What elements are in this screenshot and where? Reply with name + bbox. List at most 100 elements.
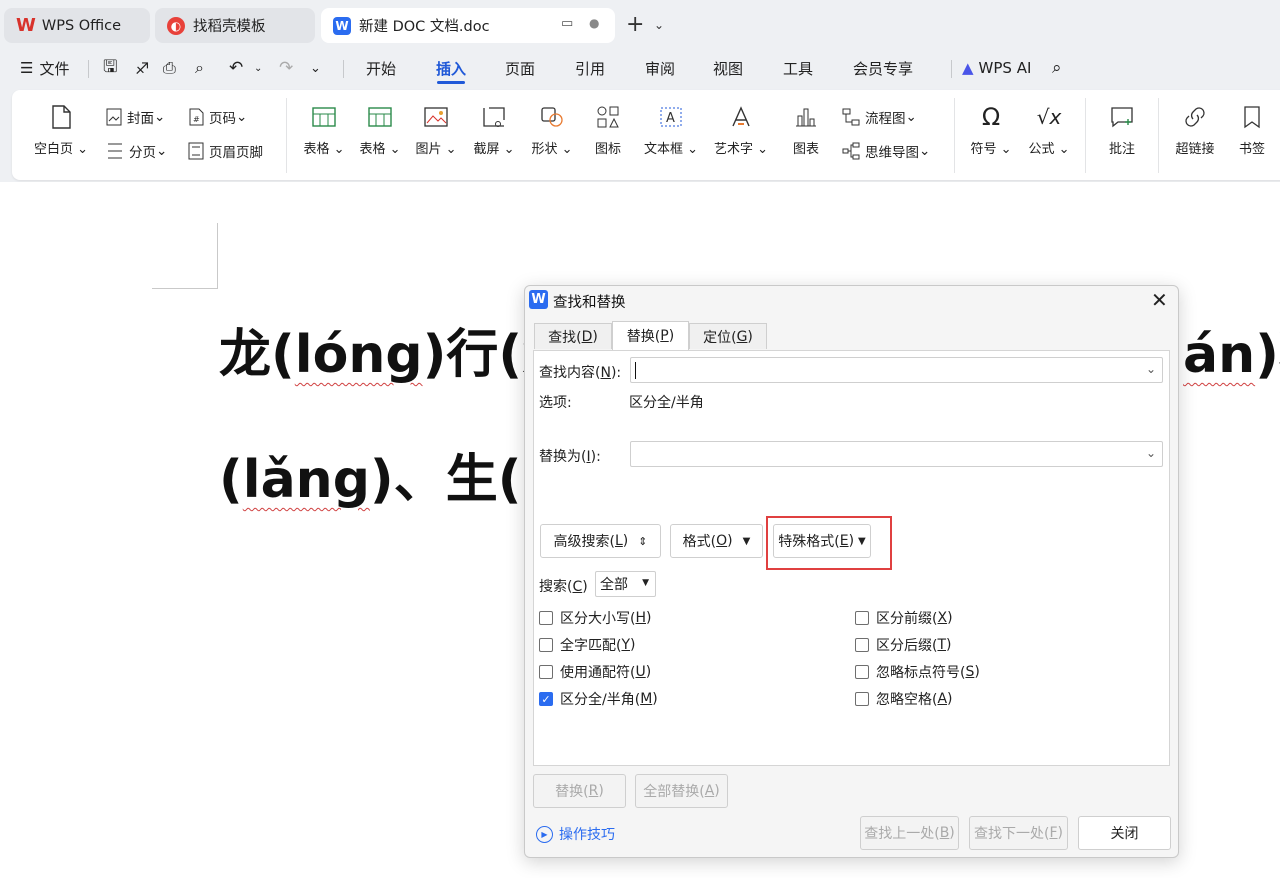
picture-icon bbox=[423, 102, 449, 132]
tab-wps-office[interactable]: W WPS Office bbox=[4, 8, 150, 43]
flowchart-icon bbox=[842, 108, 860, 126]
document-line-2[interactable]: (lǎng)、生(s bbox=[219, 437, 552, 512]
search-direction-select[interactable]: 全部 ▼ bbox=[595, 571, 656, 597]
word-doc-icon: W bbox=[333, 16, 351, 35]
tab-label: 新建 DOC 文档.doc bbox=[359, 19, 490, 35]
mindmap-button[interactable]: 思维导图 ⌄ bbox=[842, 141, 930, 161]
match-case-checkbox[interactable]: 区分大小写(H) bbox=[539, 608, 651, 628]
replace-with-input[interactable]: ⌄ bbox=[630, 441, 1163, 467]
menu-member[interactable]: 会员专享 bbox=[853, 50, 913, 86]
document-line-1[interactable]: 龙(lóng)行(x bbox=[219, 312, 556, 387]
ribbon-insert: 空白页 ⌄ 封面 ⌄ 分页 ⌄ # 页码 ⌄ 页眉页脚 表格 ⌄ 表格 ⌄ 图片… bbox=[12, 90, 1280, 180]
menu-tools[interactable]: 工具 bbox=[783, 50, 813, 86]
blank-page-button[interactable]: 空白页 ⌄ bbox=[32, 102, 90, 157]
wildcards-checkbox[interactable]: 使用通配符(U) bbox=[539, 662, 651, 682]
symbol-button[interactable]: Ω 符号 ⌄ bbox=[966, 102, 1016, 157]
tab-goto[interactable]: 定位(G) bbox=[689, 323, 767, 349]
chevron-down-icon[interactable]: ⌄ bbox=[1146, 446, 1156, 460]
flowchart-label: 流程图 bbox=[865, 111, 906, 127]
cover-button[interactable]: 封面 ⌄ bbox=[106, 107, 165, 127]
wordart-label: 艺术字 bbox=[713, 142, 753, 157]
header-footer-icon bbox=[188, 142, 204, 160]
shape-button[interactable]: 形状 ⌄ bbox=[528, 102, 576, 157]
picture-button[interactable]: 图片 ⌄ bbox=[412, 102, 460, 157]
menu-page[interactable]: 页面 bbox=[505, 50, 535, 86]
search-icon[interactable]: ⌕ bbox=[1052, 50, 1062, 86]
comment-label: 批注 bbox=[1108, 142, 1135, 157]
ignore-spaces-checkbox[interactable]: 忽略空格(A) bbox=[855, 689, 953, 709]
doc-text: )行( bbox=[422, 325, 523, 385]
monitor-icon[interactable]: ▭ bbox=[561, 16, 573, 31]
shape-label: 形状 bbox=[531, 142, 558, 157]
docer-icon: ◐ bbox=[167, 16, 185, 35]
undo-icon[interactable]: ↶ bbox=[229, 50, 243, 86]
flowchart-button[interactable]: 流程图 ⌄ bbox=[842, 107, 917, 127]
table-button[interactable]: 表格 ⌄ bbox=[300, 102, 348, 157]
group-separator bbox=[1085, 98, 1086, 173]
menu-bar: ☰ 文件 🖫 ♐ ⎙ ⌕ ↶ ⌄ ↷ ⌄ 开始 插入 页面 引用 审阅 视图 工… bbox=[0, 50, 1280, 86]
page-break-icon bbox=[106, 142, 124, 160]
group-separator bbox=[954, 98, 955, 173]
format-button[interactable]: 格式(O) ▼ bbox=[670, 524, 763, 558]
formula-button[interactable]: √x 公式 ⌄ bbox=[1024, 102, 1074, 157]
tab-document[interactable]: W 新建 DOC 文档.doc ▭ ● bbox=[321, 8, 615, 43]
whole-word-checkbox[interactable]: 全字匹配(Y) bbox=[539, 635, 636, 655]
replace-all-button[interactable]: 全部替换(A) bbox=[635, 774, 728, 808]
print-icon[interactable]: ⎙ bbox=[163, 50, 176, 86]
icons-gallery-icon bbox=[595, 102, 621, 132]
tab-replace[interactable]: 替换(P) bbox=[612, 321, 689, 350]
highlight-box bbox=[766, 516, 892, 570]
page-break-button[interactable]: 分页 ⌄ bbox=[106, 141, 167, 161]
hyperlink-button[interactable]: 超链接 bbox=[1170, 102, 1220, 157]
chevron-down-icon[interactable]: ⌄ bbox=[1146, 362, 1156, 376]
redo-icon[interactable]: ↷ bbox=[279, 50, 293, 86]
more-chevron-icon[interactable]: ⌄ bbox=[310, 50, 321, 86]
tab-docer-templates[interactable]: ◐ 找稻壳模板 bbox=[155, 8, 315, 43]
tab-label: WPS Office bbox=[41, 17, 122, 34]
match-suffix-checkbox[interactable]: 区分后缀(T) bbox=[855, 635, 952, 655]
doc-text: ( bbox=[219, 450, 243, 510]
wordart-button[interactable]: 艺术字 ⌄ bbox=[712, 102, 770, 157]
header-footer-button[interactable]: 页眉页脚 bbox=[188, 141, 263, 161]
page-number-button[interactable]: # 页码 ⌄ bbox=[188, 107, 247, 127]
tab-find[interactable]: 查找(D) bbox=[534, 323, 612, 349]
menu-view[interactable]: 视图 bbox=[713, 50, 743, 86]
find-what-input[interactable]: ⌄ bbox=[630, 357, 1163, 383]
checkbox-box bbox=[855, 611, 869, 625]
replace-button[interactable]: 替换(R) bbox=[533, 774, 626, 808]
menu-review[interactable]: 审阅 bbox=[645, 50, 675, 86]
screenshot-button[interactable]: 截屏 ⌄ bbox=[470, 102, 518, 157]
file-menu[interactable]: ☰ 文件 bbox=[20, 50, 69, 86]
find-previous-button[interactable]: 查找上一处(B) bbox=[860, 816, 959, 850]
undo-dropdown-icon[interactable]: ⌄ bbox=[254, 50, 262, 86]
wps-ai-button[interactable]: ▲ WPS AI bbox=[962, 50, 1031, 86]
close-button[interactable]: 关闭 bbox=[1078, 816, 1171, 850]
find-next-button[interactable]: 查找下一处(F) bbox=[969, 816, 1068, 850]
advanced-search-button[interactable]: 高级搜索(L) ⇕ bbox=[540, 524, 661, 558]
icon-button[interactable]: 图标 bbox=[586, 102, 630, 157]
menu-home[interactable]: 开始 bbox=[366, 50, 396, 86]
ignore-punctuation-checkbox[interactable]: 忽略标点符号(S) bbox=[855, 662, 980, 682]
menu-references[interactable]: 引用 bbox=[575, 50, 605, 86]
match-prefix-checkbox[interactable]: 区分前缀(X) bbox=[855, 608, 953, 628]
bookmark-button[interactable]: 书签 bbox=[1230, 102, 1274, 157]
match-width-checkbox[interactable]: ✓ 区分全/半角(M) bbox=[539, 689, 658, 709]
save-icon[interactable]: 🖫 bbox=[103, 50, 117, 86]
format-painter-icon[interactable]: ♐ bbox=[135, 50, 149, 86]
chart-label: 图表 bbox=[792, 142, 819, 157]
textbox-button[interactable]: A 文本框 ⌄ bbox=[642, 102, 700, 157]
print-preview-icon[interactable]: ⌕ bbox=[195, 50, 204, 86]
tips-link[interactable]: ▶ 操作技巧 bbox=[536, 824, 615, 844]
table-style-button[interactable]: 表格 ⌄ bbox=[356, 102, 404, 157]
shape-icon bbox=[539, 102, 565, 132]
document-line-1-right[interactable]: án)程 bbox=[1183, 312, 1280, 387]
new-tab-icon[interactable]: + bbox=[626, 12, 644, 37]
mindmap-label: 思维导图 bbox=[865, 145, 919, 161]
chart-button[interactable]: 图表 bbox=[784, 102, 828, 157]
chevron-down-icon[interactable]: ⌄ bbox=[654, 18, 664, 32]
comment-button[interactable]: 批注 bbox=[1100, 102, 1144, 157]
close-icon[interactable]: ✕ bbox=[1151, 288, 1168, 312]
textbox-icon: A bbox=[658, 102, 684, 132]
wps-writer-icon: W bbox=[529, 290, 548, 309]
menu-insert[interactable]: 插入 bbox=[436, 50, 466, 86]
